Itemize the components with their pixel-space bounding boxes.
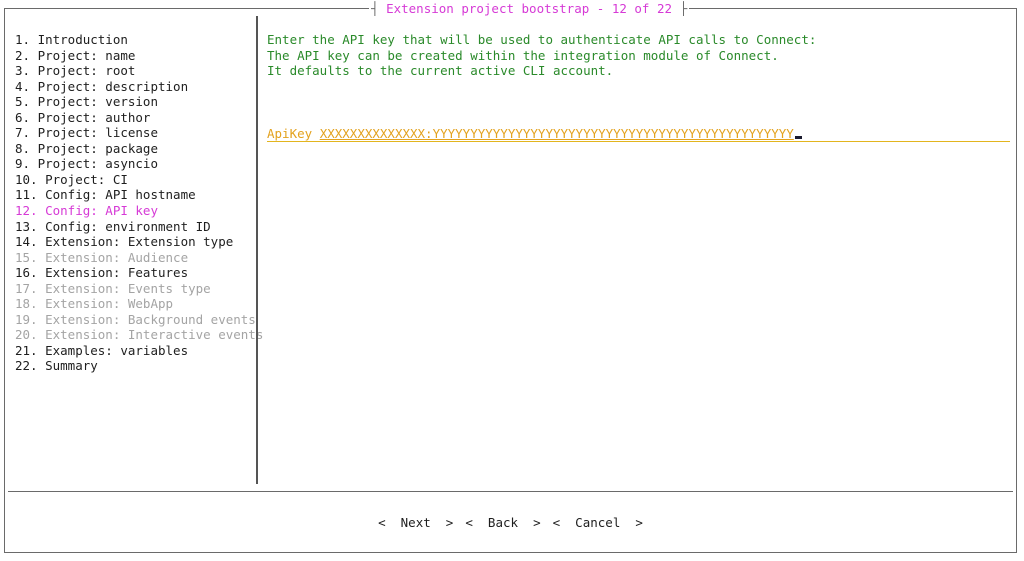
step-item[interactable]: 6. Project: author	[15, 110, 263, 126]
vertical-divider	[256, 16, 258, 484]
step-item-disabled: 17. Extension: Events type	[15, 280, 211, 296]
step-item-disabled: 19. Extension: Background events	[15, 311, 256, 327]
description-line: It defaults to the current active CLI ac…	[267, 63, 614, 79]
api-key-input[interactable]: XXXXXXXXXXXXXX:YYYYYYYYYYYYYYYYYYYYYYYYY…	[320, 126, 794, 141]
step-item-disabled: 15. Extension: Audience	[15, 249, 189, 265]
api-key-label: ApiKey	[267, 126, 320, 141]
step-item[interactable]: 14. Extension: Extension type	[15, 234, 263, 250]
step-description: Enter the API key that will be used to a…	[267, 32, 816, 79]
api-key-field[interactable]: ApiKey XXXXXXXXXXXXXX:YYYYYYYYYYYYYYYYYY…	[267, 126, 1010, 142]
step-item[interactable]: 1. Introduction	[15, 32, 263, 48]
step-item[interactable]: 22. Summary	[15, 358, 263, 374]
back-button[interactable]: < Back >	[465, 514, 540, 531]
step-item[interactable]: 5. Project: version	[15, 94, 263, 110]
window-title: ┤ Extension project bootstrap - 12 of 22…	[369, 0, 690, 17]
step-item[interactable]: 21. Examples: variables	[15, 343, 263, 359]
wizard-frame: ┤ Extension project bootstrap - 12 of 22…	[4, 0, 1017, 553]
step-list: 1. Introduction 2. Project: name 3. Proj…	[15, 32, 263, 374]
step-item[interactable]: 16. Extension: Features	[15, 265, 263, 281]
step-item[interactable]: 8. Project: package	[15, 141, 263, 157]
step-item[interactable]: 2. Project: name	[15, 48, 263, 64]
step-item[interactable]: 10. Project: CI	[15, 172, 263, 188]
step-item[interactable]: 3. Project: root	[15, 63, 263, 79]
button-bar: < Next > < Back > < Cancel >	[5, 514, 1016, 531]
step-item[interactable]: 11. Config: API hostname	[15, 187, 263, 203]
step-item-disabled: 20. Extension: Interactive events	[15, 327, 264, 343]
step-item[interactable]: 7. Project: license	[15, 125, 263, 141]
step-item-active[interactable]: 12. Config: API key	[15, 203, 263, 219]
step-item[interactable]: 13. Config: environment ID	[15, 219, 263, 235]
step-item-disabled: 18. Extension: WebApp	[15, 296, 174, 312]
description-line: Enter the API key that will be used to a…	[267, 32, 817, 47]
step-item[interactable]: 9. Project: asyncio	[15, 156, 263, 172]
description-line: The API key can be created within the in…	[267, 47, 779, 63]
cancel-button[interactable]: < Cancel >	[553, 514, 643, 531]
text-cursor	[794, 136, 802, 139]
step-item[interactable]: 4. Project: description	[15, 79, 263, 95]
horizontal-divider	[8, 491, 1013, 492]
window-title-text: Extension project bootstrap - 12 of 22	[386, 1, 673, 16]
next-button[interactable]: < Next >	[378, 514, 453, 531]
